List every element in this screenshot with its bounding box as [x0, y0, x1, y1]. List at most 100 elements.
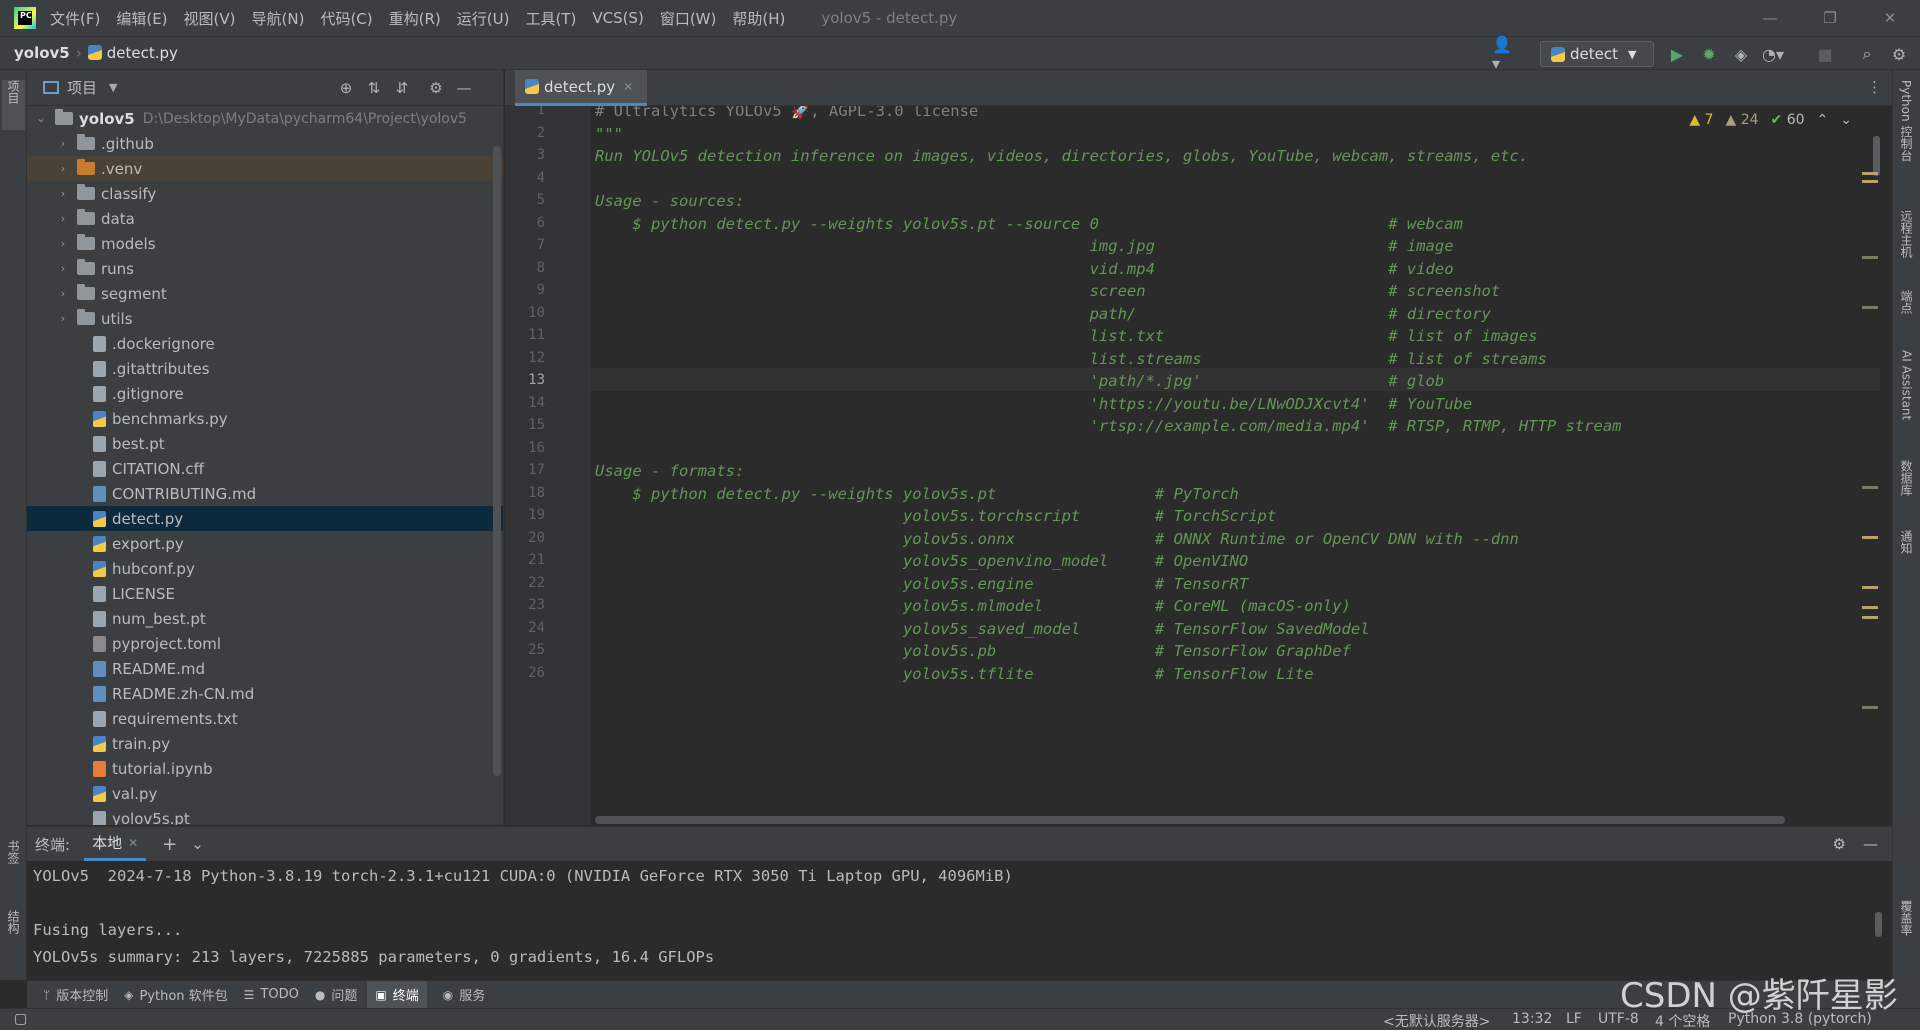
database-tool-tab[interactable]: 数据库 — [1895, 460, 1918, 510]
tree-file[interactable]: tutorial.ipynb — [27, 756, 503, 781]
tree-file[interactable]: detect.py — [27, 506, 503, 531]
tree-root[interactable]: ⌄ yolov5 D:\Desktop\MyData\pycharm64\Pro… — [27, 106, 503, 131]
tree-file[interactable]: pyproject.toml — [27, 631, 503, 656]
minimize-button[interactable]: — — [1740, 0, 1800, 36]
collapse-all-icon[interactable]: ⇵ — [393, 79, 411, 97]
close-window-button[interactable]: ✕ — [1860, 0, 1920, 36]
tree-folder[interactable]: › .github — [27, 131, 503, 156]
project-tool-tab[interactable]: 项目 — [2, 80, 25, 130]
notifications-tool-tab[interactable]: 通知 — [1895, 530, 1918, 570]
tree-file[interactable]: CONTRIBUTING.md — [27, 481, 503, 506]
stop-icon[interactable]: ■ — [1814, 43, 1836, 65]
editor-vertical-scrollbar[interactable] — [1873, 136, 1880, 176]
tool-tab-version-control[interactable]: ᛘ 版本控制 — [43, 985, 108, 1005]
ok-count[interactable]: ✔ 60 — [1771, 112, 1805, 128]
tree-folder[interactable]: › classify — [27, 181, 503, 206]
coverage-tool-tab[interactable]: 覆盖率 — [1895, 900, 1918, 950]
project-scrollbar[interactable] — [493, 146, 501, 776]
tree-file[interactable]: .gitignore — [27, 381, 503, 406]
error-stripe-marker[interactable] — [1862, 486, 1878, 489]
gear-icon[interactable]: ⚙ — [1833, 835, 1846, 853]
editor-horizontal-scrollbar[interactable] — [595, 816, 1785, 824]
remote-host-tool-tab[interactable]: 远程主机 — [1895, 210, 1918, 270]
menu-code[interactable]: 代码(C) — [320, 8, 372, 29]
coverage-icon[interactable]: ◈ — [1730, 43, 1752, 65]
gear-icon[interactable]: ⚙ — [427, 79, 445, 97]
chevron-up-icon[interactable]: ⌃ — [1817, 112, 1829, 128]
tree-folder[interactable]: › models — [27, 231, 503, 256]
structure-tool-tab[interactable]: 结构 — [2, 910, 25, 960]
close-icon[interactable]: ✕ — [128, 836, 138, 850]
settings-icon[interactable]: ⚙ — [1888, 43, 1910, 65]
menu-help[interactable]: 帮助(H) — [732, 8, 785, 29]
terminal-tab-local[interactable]: 本地 ✕ — [84, 827, 147, 861]
user-profile-icon[interactable]: 👤▾ — [1492, 35, 1514, 73]
tree-file[interactable]: LICENSE — [27, 581, 503, 606]
tree-file[interactable]: README.md — [27, 656, 503, 681]
menu-run[interactable]: 运行(U) — [457, 8, 510, 29]
chevron-down-icon[interactable]: ⌄ — [1840, 112, 1852, 128]
error-stripe-marker[interactable] — [1862, 606, 1878, 609]
project-panel-title[interactable]: 项目 — [67, 77, 97, 98]
tree-file[interactable]: .dockerignore — [27, 331, 503, 356]
menu-file[interactable]: 文件(F) — [50, 8, 100, 29]
run-config-dropdown[interactable]: detect ▼ — [1540, 41, 1654, 67]
menu-refactor[interactable]: 重构(R) — [389, 8, 441, 29]
menu-tools[interactable]: 工具(T) — [525, 8, 576, 29]
python-console-tool-tab[interactable]: Python 控制台 — [1895, 80, 1918, 190]
tool-tab-services[interactable]: ◉ 服务 — [443, 985, 486, 1005]
tree-file[interactable]: val.py — [27, 781, 503, 806]
search-icon[interactable]: ⌕ — [1856, 43, 1878, 65]
run-icon[interactable]: ▶ — [1666, 43, 1688, 65]
weak-warning-count[interactable]: ▲ 24 — [1725, 112, 1758, 128]
tree-folder[interactable]: › segment — [27, 281, 503, 306]
error-stripe-marker[interactable] — [1862, 172, 1878, 175]
breadcrumb-file[interactable]: detect.py — [87, 44, 178, 62]
chevron-down-icon[interactable]: ▼ — [109, 81, 117, 94]
endpoints-tool-tab[interactable]: 端点 — [1895, 290, 1918, 330]
profile-icon[interactable]: ◔▾ — [1762, 43, 1784, 65]
tree-file[interactable]: export.py — [27, 531, 503, 556]
menu-vcs[interactable]: VCS(S) — [592, 9, 643, 27]
error-stripe-marker[interactable] — [1862, 586, 1878, 589]
tree-folder[interactable]: › data — [27, 206, 503, 231]
add-tab-icon[interactable]: + — [162, 834, 177, 855]
tree-file[interactable]: yolov5s.pt — [27, 806, 503, 825]
locate-icon[interactable]: ⊕ — [337, 79, 355, 97]
chevron-down-icon[interactable]: ⌄ — [191, 835, 204, 853]
code-editor[interactable]: 1 2 3 4 5 6 7 8 9 10 11 12 13 14 15 16 17 18 19 20 21 22 23 24 2… — [505, 106, 1892, 825]
tree-file[interactable]: requirements.txt — [27, 706, 503, 731]
bookmarks-tool-tab[interactable]: 书签 — [2, 840, 25, 890]
ai-assistant-tool-tab[interactable]: AI Assistant — [1895, 350, 1918, 440]
terminal-scrollbar[interactable] — [1875, 912, 1882, 937]
tree-file[interactable]: train.py — [27, 731, 503, 756]
tree-file[interactable]: hubconf.py — [27, 556, 503, 581]
more-options-icon[interactable]: ⋮ — [1867, 78, 1882, 96]
tree-folder[interactable]: › runs — [27, 256, 503, 281]
breadcrumb-project[interactable]: yolov5 — [14, 44, 70, 62]
menu-window[interactable]: 窗口(W) — [660, 8, 717, 29]
error-stripe-marker[interactable] — [1862, 536, 1878, 539]
hide-panel-icon[interactable]: — — [455, 79, 473, 97]
tree-file[interactable]: README.zh-CN.md — [27, 681, 503, 706]
error-stripe-marker[interactable] — [1862, 616, 1878, 619]
tool-tab-problems[interactable]: ● 问题 — [315, 985, 358, 1005]
error-stripe-marker[interactable] — [1862, 180, 1878, 183]
hide-panel-icon[interactable]: — — [1863, 835, 1878, 853]
debug-icon[interactable]: ✹ — [1698, 43, 1720, 65]
tree-file[interactable]: .gitattributes — [27, 356, 503, 381]
error-stripe-marker[interactable] — [1862, 306, 1878, 309]
tree-file[interactable]: num_best.pt — [27, 606, 503, 631]
error-stripe-marker[interactable] — [1862, 706, 1878, 709]
status-line-separator[interactable]: LF — [1566, 1011, 1582, 1027]
close-icon[interactable]: ✕ — [623, 80, 633, 94]
menu-view[interactable]: 视图(V) — [184, 8, 236, 29]
menu-navigate[interactable]: 导航(N) — [252, 8, 305, 29]
tree-folder[interactable]: › utils — [27, 306, 503, 331]
tool-tab-terminal[interactable]: ▣ 终端 — [367, 981, 427, 1008]
status-cursor-position[interactable]: 13:32 — [1512, 1011, 1552, 1027]
tool-tab-python-packages[interactable]: ◈ Python 软件包 — [124, 985, 227, 1005]
inspection-widget[interactable]: ▲ 7 ▲ 24 ✔ 60 ⌃ ⌄ — [1689, 112, 1852, 128]
expand-all-icon[interactable]: ⇅ — [365, 79, 383, 97]
tool-tab-todo[interactable]: ☰ TODO — [244, 987, 299, 1002]
